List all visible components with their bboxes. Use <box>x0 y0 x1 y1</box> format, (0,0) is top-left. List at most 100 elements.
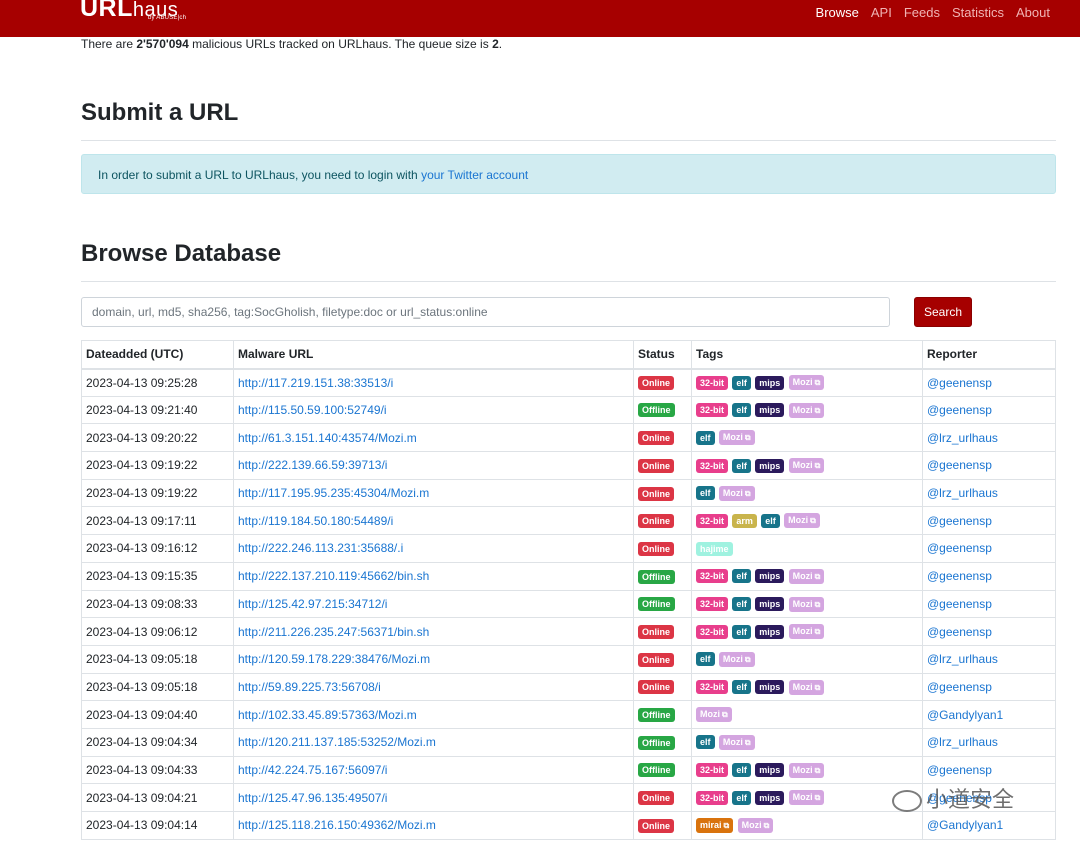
tag-badge[interactable]: Mozi <box>737 818 774 833</box>
malware-url-link[interactable]: http://117.195.95.235:45304/Mozi.m <box>238 486 429 500</box>
tag-badge[interactable]: elf <box>761 513 780 528</box>
tag-badge[interactable]: elf <box>732 763 751 778</box>
tag-badge[interactable]: 32-bit <box>696 790 729 805</box>
tag-badge[interactable]: Mozi <box>718 651 755 667</box>
reporter-link[interactable]: @geenensp <box>927 403 992 417</box>
tag-badge[interactable]: arm <box>732 513 757 528</box>
malware-url-link[interactable]: http://222.246.113.231:35688/.i <box>238 541 403 555</box>
table-row: 2023-04-13 09:04:14 http://125.118.216.15… <box>81 811 1056 840</box>
search-button[interactable]: Search <box>914 297 972 327</box>
tag-badge[interactable]: Mozi <box>788 679 825 695</box>
tag-badge[interactable]: mips <box>755 458 785 473</box>
column-header-dateadded[interactable]: Dateadded (UTC) <box>81 340 234 370</box>
reporter-link[interactable]: @Gandylyan1 <box>927 818 1003 832</box>
tag-badge[interactable]: mips <box>755 763 785 778</box>
malware-url-link[interactable]: http://120.211.137.185:53252/Mozi.m <box>238 735 436 749</box>
tag-badge[interactable]: 32-bit <box>696 513 729 528</box>
malware-url-link[interactable]: http://59.89.225.73:56708/i <box>238 680 381 694</box>
reporter-link[interactable]: @geenensp <box>927 569 992 583</box>
malware-url-link[interactable]: http://125.47.96.135:49507/i <box>238 791 387 805</box>
tag-badge[interactable]: elf <box>696 735 715 750</box>
tag-badge[interactable]: 32-bit <box>696 763 729 778</box>
tag-badge[interactable]: mips <box>755 569 785 584</box>
nav-link-api[interactable]: API <box>871 5 892 20</box>
tag-badge[interactable]: elf <box>732 403 751 418</box>
twitter-login-link[interactable]: your Twitter account <box>421 168 528 182</box>
tag-badge[interactable]: Mozi <box>788 458 825 474</box>
search-input[interactable] <box>81 297 890 327</box>
malware-url-link[interactable]: http://120.59.178.229:38476/Mozi.m <box>238 652 430 666</box>
tag-badge[interactable]: mips <box>755 790 785 805</box>
tag-badge[interactable]: elf <box>732 624 751 639</box>
tag-badge[interactable]: Mozi <box>788 790 825 806</box>
tag-badge[interactable]: elf <box>732 458 751 473</box>
tag-badge[interactable]: mirai <box>696 818 734 833</box>
tag-badge[interactable]: 32-bit <box>696 458 729 473</box>
nav-link-about[interactable]: About <box>1016 5 1050 20</box>
tag-badge[interactable]: Mozi <box>788 762 825 778</box>
tag-badge[interactable]: Mozi <box>784 513 820 529</box>
tag-badge[interactable]: elf <box>732 375 751 390</box>
tag-badge[interactable]: mips <box>755 403 785 418</box>
tag-badge[interactable]: elf <box>732 597 751 611</box>
tag-badge[interactable]: Mozi <box>718 430 755 446</box>
tag-badge[interactable]: mips <box>755 624 785 639</box>
tag-badge[interactable]: 32-bit <box>696 597 729 611</box>
malware-url-link[interactable]: http://119.184.50.180:54489/i <box>238 514 393 528</box>
column-header-status[interactable]: Status <box>633 340 692 370</box>
tag-badge[interactable]: elf <box>732 680 751 695</box>
tag-badge[interactable]: elf <box>696 652 715 667</box>
reporter-link[interactable]: @Gandylyan1 <box>927 708 1003 722</box>
column-header-malware-url[interactable]: Malware URL <box>233 340 634 370</box>
malware-url-link[interactable]: http://125.118.216.150:49362/Mozi.m <box>238 818 436 832</box>
reporter-link[interactable]: @lrz_urlhaus <box>927 486 998 500</box>
tag-badge[interactable]: mips <box>755 680 785 695</box>
reporter-link[interactable]: @lrz_urlhaus <box>927 735 998 749</box>
nav-link-feeds[interactable]: Feeds <box>904 5 940 20</box>
reporter-link[interactable]: @geenensp <box>927 514 992 528</box>
reporter-link[interactable]: @geenensp <box>927 458 992 472</box>
column-header-reporter[interactable]: Reporter <box>922 340 1056 370</box>
reporter-link[interactable]: @geenensp <box>927 541 992 555</box>
tag-badge[interactable]: Mozi <box>788 596 825 612</box>
tag-badge[interactable]: Mozi <box>696 707 732 723</box>
malware-url-link[interactable]: http://125.42.97.215:34712/i <box>238 597 387 611</box>
tag-badge[interactable]: 32-bit <box>696 569 729 584</box>
malware-url-link[interactable]: http://102.33.45.89:57363/Mozi.m <box>238 708 417 722</box>
reporter-link[interactable]: @geenensp <box>927 625 992 639</box>
reporter-link[interactable]: @lrz_urlhaus <box>927 652 998 666</box>
tag-badge[interactable]: Mozi <box>718 734 755 750</box>
column-header-tags[interactable]: Tags <box>691 340 923 370</box>
tag-badge[interactable]: 32-bit <box>696 624 729 639</box>
reporter-link[interactable]: @geenensp <box>927 376 992 390</box>
malware-url-link[interactable]: http://117.219.151.38:33513/i <box>238 376 393 390</box>
malware-url-link[interactable]: http://211.226.235.247:56371/bin.sh <box>238 625 429 639</box>
malware-url-link[interactable]: http://222.137.210.119:45662/bin.sh <box>238 569 429 583</box>
tag-badge[interactable]: Mozi <box>788 375 825 391</box>
nav-link-browse[interactable]: Browse <box>816 5 859 20</box>
malware-url-link[interactable]: http://222.139.66.59:39713/i <box>238 458 387 472</box>
tag-badge[interactable]: Mozi <box>788 624 825 640</box>
tag-badge[interactable]: hajime <box>696 541 733 556</box>
tag-badge[interactable]: mips <box>755 375 785 390</box>
tag-badge[interactable]: 32-bit <box>696 403 729 418</box>
reporter-link[interactable]: @geenensp <box>927 763 992 777</box>
reporter-link[interactable]: @lrz_urlhaus <box>927 431 998 445</box>
malware-url-link[interactable]: http://61.3.151.140:43574/Mozi.m <box>238 431 417 445</box>
tag-badge[interactable]: mips <box>755 597 785 611</box>
reporter-link[interactable]: @geenensp <box>927 680 992 694</box>
malware-url-link[interactable]: http://42.224.75.167:56097/i <box>238 763 387 777</box>
tag-badge[interactable]: elf <box>732 569 751 584</box>
tag-badge[interactable]: 32-bit <box>696 680 729 695</box>
malware-url-link[interactable]: http://115.50.59.100:52749/i <box>238 403 387 417</box>
tag-badge[interactable]: Mozi <box>788 568 825 584</box>
tag-badge[interactable]: Mozi <box>718 485 755 501</box>
urlhaus-logo[interactable]: URLhaus by ABUSE|ch <box>80 0 186 23</box>
tag-badge[interactable]: elf <box>696 430 715 445</box>
tag-badge[interactable]: elf <box>696 486 715 501</box>
tag-badge[interactable]: Mozi <box>788 402 825 418</box>
nav-link-statistics[interactable]: Statistics <box>952 5 1004 20</box>
tag-badge[interactable]: 32-bit <box>696 375 729 390</box>
tag-badge[interactable]: elf <box>732 790 751 805</box>
reporter-link[interactable]: @geenensp <box>927 597 992 611</box>
